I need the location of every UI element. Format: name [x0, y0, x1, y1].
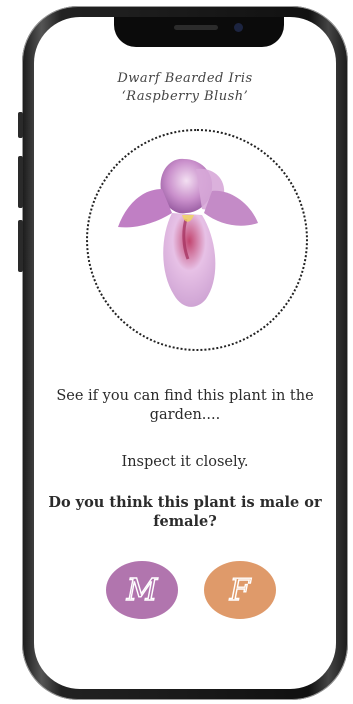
female-button[interactable]: F: [204, 561, 276, 619]
plant-name-title: Dwarf Bearded Iris: [117, 71, 253, 86]
iris-flower-photo: [118, 158, 258, 307]
mute-switch: [18, 112, 23, 138]
speaker-grille: [174, 25, 218, 30]
male-button[interactable]: M: [106, 561, 178, 619]
volume-up-button: [18, 156, 23, 208]
front-camera-icon: [234, 23, 243, 32]
find-plant-text: See if you can find this plant in the ga…: [56, 388, 314, 423]
notch: [114, 17, 284, 47]
volume-down-button: [18, 220, 23, 272]
female-label: F: [229, 572, 251, 608]
inspect-text: Inspect it closely.: [121, 454, 249, 470]
male-label: M: [126, 572, 158, 608]
phone-screen: Dwarf Bearded Iris ‘Raspberry Blush’ See…: [34, 17, 336, 689]
plant-cultivar-title: ‘Raspberry Blush’: [121, 89, 249, 104]
gender-question-text: Do you think this plant is male or femal…: [48, 494, 322, 530]
